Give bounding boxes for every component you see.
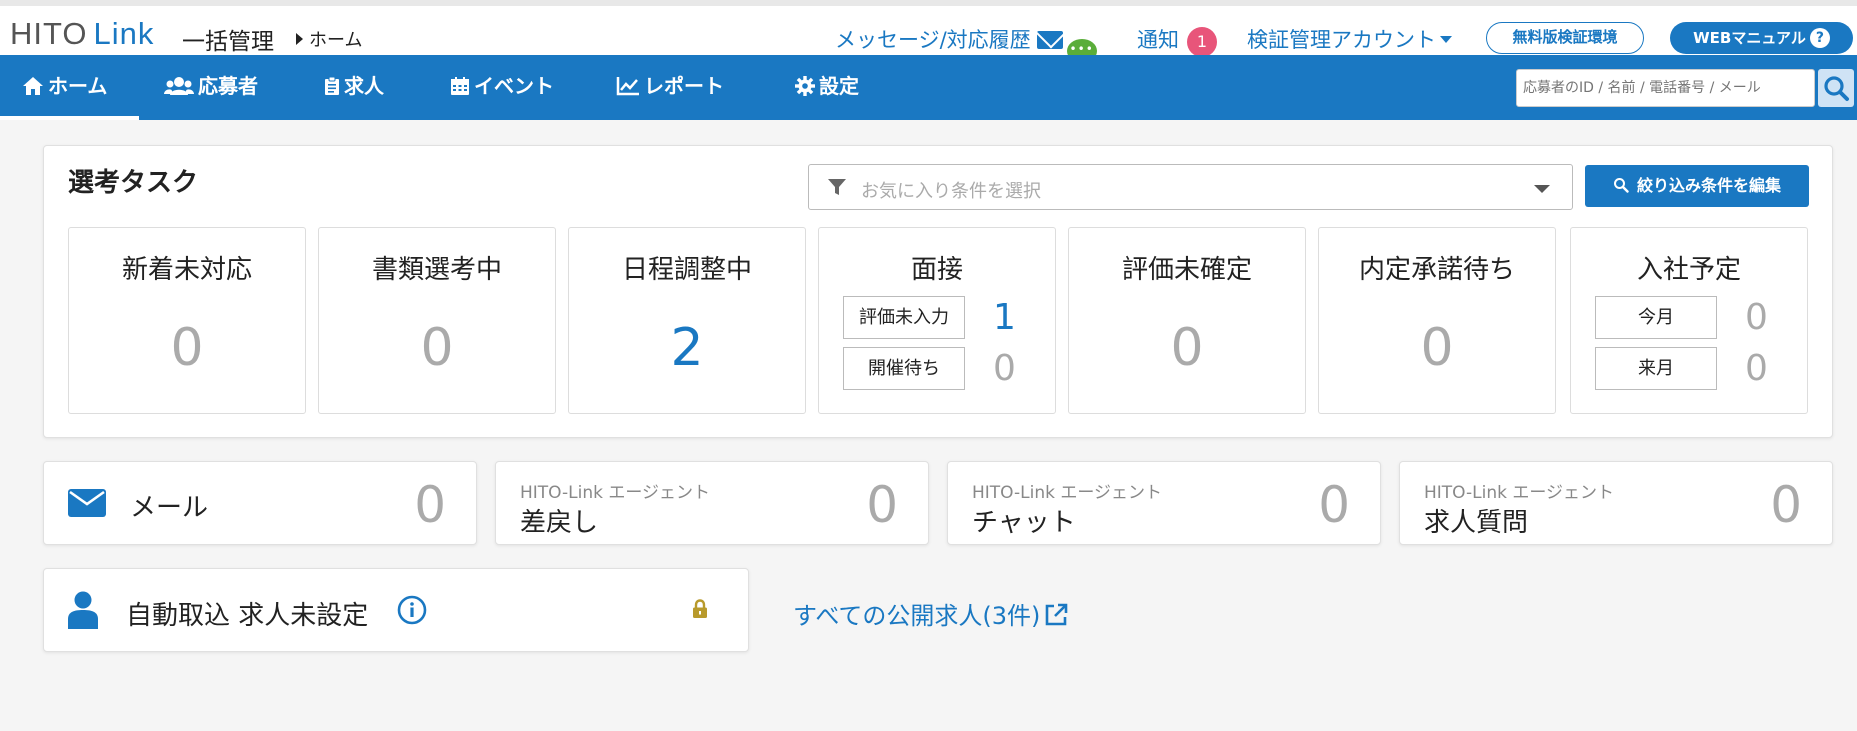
breadcrumb: ホーム (296, 26, 362, 52)
stat-label: 評価未確定 (1121, 255, 1252, 285)
notification-link[interactable]: 通知 1 (1137, 24, 1217, 57)
search-icon (1824, 76, 1849, 101)
job-question-label: 求人質問 (1424, 508, 1529, 538)
top-header: HITO Link 一括管理 ホーム メッセージ/対応履歴 ••• 通知 1 検証管理… (0, 0, 1857, 63)
users-icon (164, 77, 194, 95)
chat-card[interactable]: HITO-Link エージェント チャット 0 (947, 461, 1381, 545)
stat-label: 入社予定 (1636, 255, 1741, 285)
question-icon: ? (1809, 28, 1830, 48)
main-nav: ホーム 応募者 求人 イベント レポート 設定 (0, 55, 1857, 120)
stat-scheduling[interactable]: 日程調整中 2 (568, 227, 806, 414)
stat-label: 内定承諾待ち (1358, 255, 1515, 285)
stat-label: 新着未対応 (121, 255, 252, 285)
home-icon (23, 77, 43, 95)
nav-settings[interactable]: 設定 (795, 55, 859, 120)
logo[interactable]: HITO Link (10, 16, 154, 52)
stat-sub-value: 1 (993, 297, 1016, 338)
info-icon[interactable] (397, 595, 427, 625)
lock-icon (693, 599, 707, 618)
favorite-filter-select[interactable]: お気に入り条件を選択 (808, 164, 1573, 210)
caret-down-icon (1534, 185, 1550, 193)
stat-label: 書類選考中 (371, 255, 502, 285)
stat-new-unhandled[interactable]: 新着未対応 0 (68, 227, 306, 414)
person-icon (68, 591, 98, 629)
mail-card[interactable]: メール 0 (43, 461, 477, 545)
nav-events[interactable]: イベント (450, 55, 554, 120)
stat-value: 0 (1420, 318, 1454, 378)
free-env-button[interactable]: 無料版検証環境 (1486, 22, 1644, 54)
stat-sub-label: 評価未入力 (843, 296, 965, 339)
caret-down-icon (1440, 36, 1452, 43)
remand-label: 差戻し (520, 508, 599, 538)
agent-tag: HITO-Link エージェント (1424, 483, 1615, 503)
calendar-icon (451, 77, 469, 95)
chart-line-icon (616, 77, 639, 96)
web-manual-label: WEBマニュアル (1693, 29, 1806, 47)
stat-label: 面接 (910, 255, 963, 285)
clipboard-icon (325, 76, 339, 95)
stat-value: 0 (170, 318, 204, 378)
nav-jobs[interactable]: 求人 (324, 55, 384, 120)
stat-document-screening[interactable]: 書類選考中 0 (318, 227, 556, 414)
stat-interview: 面接 評価未入力 1 開催待ち 0 (818, 227, 1056, 414)
web-manual-button[interactable]: WEBマニュアル? (1670, 22, 1853, 54)
stat-sub-label: 開催待ち (843, 347, 965, 390)
envelope-icon (1036, 31, 1063, 49)
stat-value: 0 (420, 318, 454, 378)
stat-sub-value: 0 (993, 348, 1016, 389)
stat-offer-acceptance[interactable]: 内定承諾待ち 0 (1318, 227, 1556, 414)
all-public-jobs-link[interactable]: すべての公開求人(3件) (793, 596, 1068, 631)
filter-placeholder: お気に入り条件を選択 (861, 181, 1041, 202)
auto-import-label: 自動取込 求人未設定 (126, 601, 369, 631)
applicant-search-input[interactable] (1516, 69, 1815, 107)
notification-badge: 1 (1187, 27, 1217, 57)
task-title: 選考タスク (68, 168, 199, 198)
search-button[interactable] (1818, 69, 1854, 107)
job-question-count: 0 (1770, 476, 1802, 534)
caret-right-icon (296, 33, 303, 45)
stat-sub-label: 今月 (1595, 296, 1717, 339)
stat-joining-scheduled: 入社予定 今月 0 来月 0 (1570, 227, 1808, 414)
stat-evaluation-pending[interactable]: 評価未確定 0 (1068, 227, 1306, 414)
selection-task-card: 選考タスク お気に入り条件を選択 絞り込み条件を編集 新着未対応 0 書類選考中… (43, 145, 1833, 438)
breadcrumb-current[interactable]: ホーム (309, 30, 362, 51)
nav-home[interactable]: ホーム (0, 55, 139, 120)
agent-tag: HITO-Link エージェント (972, 483, 1163, 503)
funnel-icon (828, 179, 846, 195)
stat-value: 2 (670, 318, 704, 378)
stat-sub-value: 0 (1745, 297, 1768, 338)
envelope-icon (68, 489, 106, 517)
logo-sub: Link (93, 16, 155, 51)
search-icon (1613, 178, 1629, 193)
stat-value: 0 (1170, 318, 1204, 378)
app-title: 一括管理 (182, 29, 274, 55)
logo-main: HITO (10, 16, 88, 51)
auto-import-card[interactable]: 自動取込 求人未設定 (43, 568, 749, 652)
messages-label: メッセージ/対応履歴 (835, 28, 1031, 52)
remand-card[interactable]: HITO-Link エージェント 差戻し 0 (495, 461, 929, 545)
job-question-card[interactable]: HITO-Link エージェント 求人質問 0 (1399, 461, 1833, 545)
account-label: 検証管理アカウント (1247, 28, 1436, 52)
mail-count: 0 (414, 476, 446, 534)
remand-count: 0 (866, 476, 898, 534)
chat-count: 0 (1318, 476, 1350, 534)
external-link-icon (1046, 603, 1068, 626)
nav-applicants[interactable]: 応募者 (164, 55, 258, 120)
stat-sub-label: 来月 (1595, 347, 1717, 390)
edit-filter-button[interactable]: 絞り込み条件を編集 (1585, 165, 1809, 207)
stat-sub-value: 0 (1745, 348, 1768, 389)
stat-label: 日程調整中 (621, 255, 752, 285)
notification-label: 通知 (1137, 28, 1179, 52)
mail-label: メール (130, 493, 209, 523)
gear-icon (795, 76, 815, 96)
agent-tag: HITO-Link エージェント (520, 483, 711, 503)
nav-reports[interactable]: レポート (616, 55, 724, 120)
chat-label: チャット (972, 508, 1076, 538)
account-menu[interactable]: 検証管理アカウント (1247, 24, 1452, 54)
